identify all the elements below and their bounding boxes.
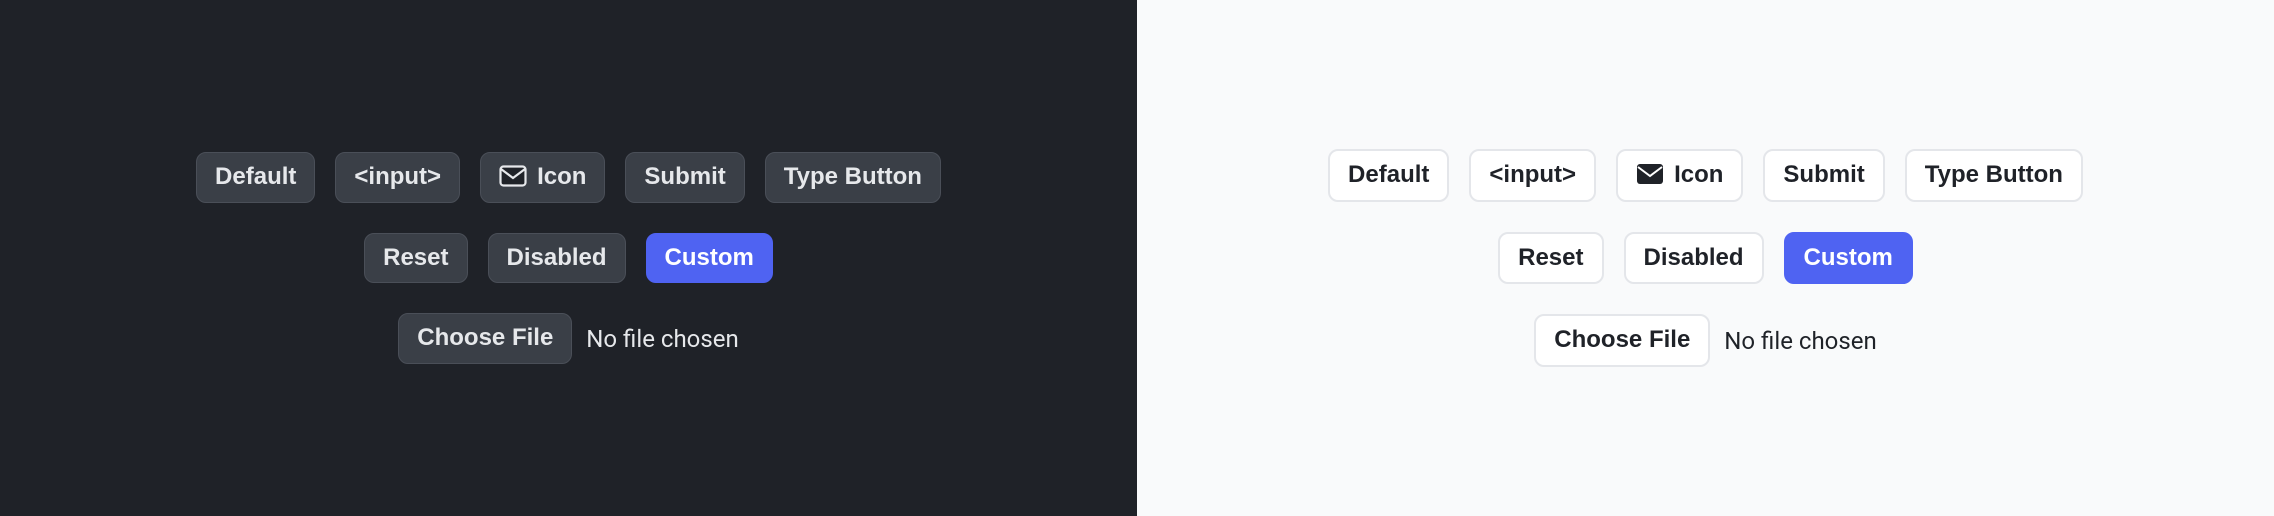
button-row-1: Default <input> Icon Submit Type Button	[196, 152, 941, 203]
button-row-2: Reset Disabled Custom	[1498, 232, 1913, 285]
mail-icon	[499, 165, 527, 189]
dark-theme-panel: Default <input> Icon Submit Type Button …	[0, 0, 1137, 516]
type-button[interactable]: Type Button	[1905, 149, 2083, 202]
choose-file-button[interactable]: Choose File	[398, 313, 572, 364]
button-row-2: Reset Disabled Custom	[364, 233, 773, 284]
disabled-button: Disabled	[1624, 232, 1764, 285]
custom-button[interactable]: Custom	[1784, 232, 1913, 285]
icon-button[interactable]: Icon	[1616, 149, 1743, 202]
input-button[interactable]: <input>	[335, 152, 460, 203]
file-input-row: Choose File No file chosen	[398, 313, 738, 364]
light-theme-panel: Default <input> Icon Submit Type Button …	[1137, 0, 2274, 516]
file-status-text: No file chosen	[586, 325, 738, 353]
custom-button[interactable]: Custom	[646, 233, 773, 284]
file-input-row: Choose File No file chosen	[1534, 314, 1876, 367]
default-button[interactable]: Default	[196, 152, 315, 203]
reset-button[interactable]: Reset	[1498, 232, 1603, 285]
icon-button[interactable]: Icon	[480, 152, 605, 203]
submit-button[interactable]: Submit	[625, 152, 744, 203]
mail-icon	[1636, 163, 1664, 187]
choose-file-button[interactable]: Choose File	[1534, 314, 1710, 367]
submit-button[interactable]: Submit	[1763, 149, 1884, 202]
default-button[interactable]: Default	[1328, 149, 1449, 202]
icon-button-label: Icon	[1674, 161, 1723, 190]
type-button[interactable]: Type Button	[765, 152, 941, 203]
icon-button-label: Icon	[537, 163, 586, 192]
input-button[interactable]: <input>	[1469, 149, 1596, 202]
file-status-text: No file chosen	[1724, 327, 1876, 355]
button-row-1: Default <input> Icon Submit Type Button	[1328, 149, 2083, 202]
reset-button[interactable]: Reset	[364, 233, 467, 284]
disabled-button: Disabled	[488, 233, 626, 284]
